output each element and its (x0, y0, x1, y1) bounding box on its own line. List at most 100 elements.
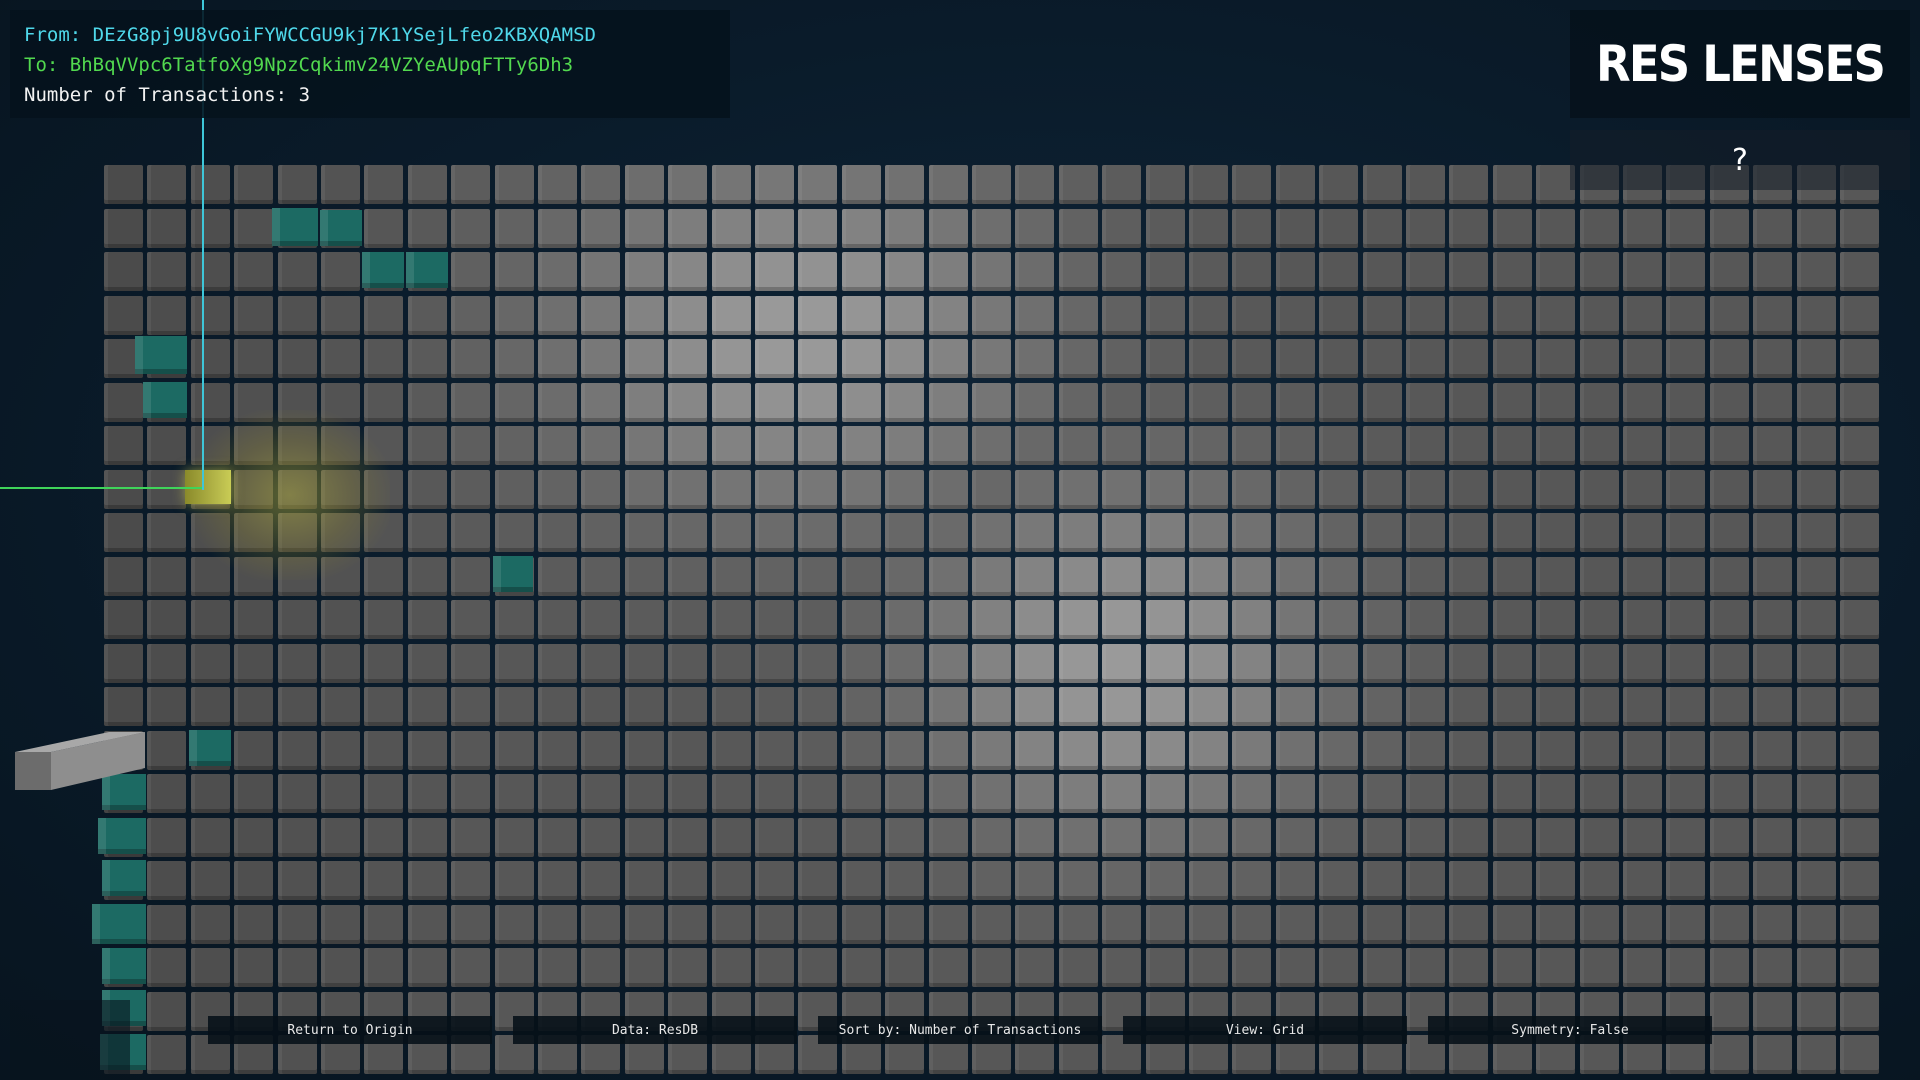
grid-cube[interactable] (1362, 817, 1402, 857)
grid-cube[interactable] (407, 730, 447, 770)
grid-cube[interactable] (1753, 687, 1793, 726)
grid-cube[interactable] (1623, 513, 1662, 552)
grid-cube[interactable] (494, 904, 534, 944)
grid-cube[interactable] (538, 165, 577, 204)
grid-cube[interactable] (1102, 513, 1142, 552)
grid-cube[interactable] (668, 600, 708, 639)
grid-cube[interactable] (147, 513, 187, 552)
grid-cube[interactable] (1840, 774, 1879, 813)
grid-cube[interactable] (841, 817, 881, 857)
grid-cube[interactable] (321, 948, 360, 987)
grid-cube[interactable] (1189, 252, 1228, 291)
grid-cube[interactable] (1449, 339, 1489, 378)
grid-cube[interactable] (407, 643, 447, 683)
grid-cube[interactable] (364, 817, 404, 857)
grid-cube[interactable] (972, 817, 1011, 857)
grid-cube[interactable] (538, 774, 577, 813)
grid-cube[interactable] (1492, 339, 1532, 378)
grid-cube[interactable] (1492, 687, 1532, 726)
grid-cube[interactable] (1145, 687, 1185, 726)
grid-cube[interactable] (1275, 208, 1315, 248)
grid-cube[interactable] (885, 165, 925, 204)
highlighted-cube[interactable] (92, 904, 146, 944)
grid-cube[interactable] (1232, 904, 1272, 944)
grid-cube[interactable] (190, 904, 230, 944)
grid-cube[interactable] (885, 904, 925, 944)
grid-cube[interactable] (1319, 730, 1359, 770)
grid-cube[interactable] (1666, 339, 1706, 378)
grid-cube[interactable] (451, 730, 491, 770)
grid-cube[interactable] (147, 861, 187, 900)
grid-cube[interactable] (798, 861, 838, 900)
grid-cube[interactable] (1275, 687, 1315, 726)
grid-cube[interactable] (234, 426, 274, 465)
grid-cube[interactable] (277, 948, 317, 987)
grid-cube[interactable] (624, 774, 664, 813)
highlighted-cube[interactable] (493, 556, 533, 592)
grid-cube[interactable] (1015, 904, 1055, 944)
grid-cube[interactable] (624, 252, 664, 291)
grid-cube[interactable] (581, 208, 621, 248)
grid-cube[interactable] (711, 513, 751, 552)
grid-cube[interactable] (624, 904, 664, 944)
grid-cube[interactable] (1709, 600, 1749, 639)
grid-cube[interactable] (755, 252, 794, 291)
grid-cube[interactable] (1492, 730, 1532, 770)
grid-cube[interactable] (494, 382, 534, 422)
grid-cube[interactable] (1709, 643, 1749, 683)
grid-cube[interactable] (451, 600, 491, 639)
grid-cube[interactable] (1275, 513, 1315, 552)
grid-cube[interactable] (1579, 904, 1619, 944)
grid-cube[interactable] (1753, 904, 1793, 944)
grid-cube[interactable] (1058, 513, 1098, 552)
grid-cube[interactable] (1406, 687, 1445, 726)
grid-cube[interactable] (321, 904, 360, 944)
grid-cube[interactable] (1709, 861, 1749, 900)
grid-cube[interactable] (1492, 556, 1532, 596)
highlighted-cube[interactable] (189, 730, 231, 766)
grid-cube[interactable] (1449, 861, 1489, 900)
grid-cube[interactable] (1753, 252, 1793, 291)
grid-cube[interactable] (364, 208, 404, 248)
grid-cube[interactable] (798, 948, 838, 987)
grid-cube[interactable] (1666, 687, 1706, 726)
grid-cube[interactable] (277, 382, 317, 422)
grid-cube[interactable] (1058, 252, 1098, 291)
highlighted-cube[interactable] (135, 336, 187, 374)
grid-cube[interactable] (1406, 513, 1445, 552)
grid-cube[interactable] (494, 861, 534, 900)
grid-cube[interactable] (1015, 208, 1055, 248)
grid-cube[interactable] (1015, 339, 1055, 378)
grid-cube[interactable] (1232, 165, 1272, 204)
grid-cube[interactable] (190, 382, 230, 422)
grid-cube[interactable] (364, 861, 404, 900)
grid-cube[interactable] (1319, 556, 1359, 596)
grid-cube[interactable] (538, 339, 577, 378)
grid-cube[interactable] (885, 295, 925, 335)
grid-cube[interactable] (624, 817, 664, 857)
grid-cube[interactable] (1753, 556, 1793, 596)
grid-cube[interactable] (1406, 252, 1445, 291)
grid-cube[interactable] (407, 861, 447, 900)
grid-cube[interactable] (755, 295, 794, 335)
grid-cube[interactable] (407, 817, 447, 857)
grid-cube[interactable] (277, 904, 317, 944)
grid-cube[interactable] (277, 861, 317, 900)
grid-cube[interactable] (1796, 339, 1836, 378)
grid-cube[interactable] (928, 774, 968, 813)
grid-cube[interactable] (755, 904, 794, 944)
grid-cube[interactable] (321, 339, 360, 378)
grid-cube[interactable] (1015, 948, 1055, 987)
grid-cube[interactable] (885, 513, 925, 552)
grid-cube[interactable] (1623, 817, 1662, 857)
grid-cube[interactable] (1145, 295, 1185, 335)
grid-cube[interactable] (1232, 817, 1272, 857)
grid-cube[interactable] (1796, 948, 1836, 987)
grid-cube[interactable] (1145, 730, 1185, 770)
grid-cube[interactable] (1102, 643, 1142, 683)
grid-cube[interactable] (711, 600, 751, 639)
grid-cube[interactable] (321, 774, 360, 813)
grid-cube[interactable] (1623, 556, 1662, 596)
grid-cube[interactable] (1362, 339, 1402, 378)
grid-cube[interactable] (711, 339, 751, 378)
